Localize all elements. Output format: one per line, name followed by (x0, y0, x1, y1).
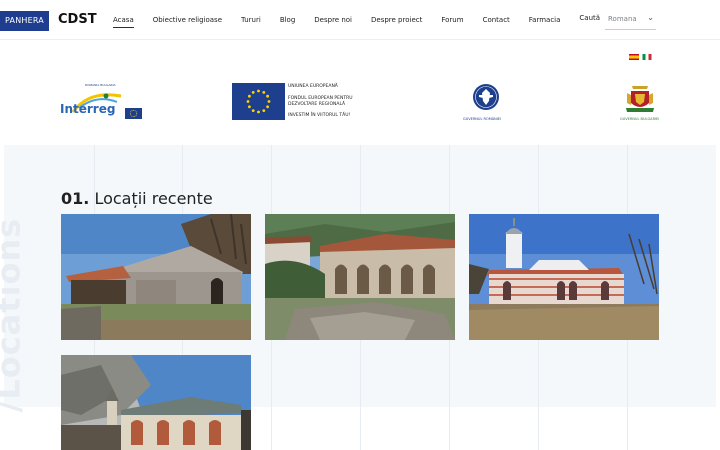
language-select-value: Romana (608, 15, 637, 23)
location-card-stone-church[interactable] (61, 214, 251, 340)
section-vertical-label: /Locations (0, 217, 28, 413)
location-card-white-church[interactable] (469, 214, 659, 340)
interreg-wordmark: Interreg (60, 102, 116, 116)
main-nav: Acasa Obiective religioase Tururi Blog D… (113, 13, 600, 28)
nav-item-despre-proiect[interactable]: Despre proiect (371, 15, 422, 25)
romanian-government-caption: GUVERNUL ROMÂNIEI (463, 117, 502, 121)
language-select[interactable]: Romana ⌄ (605, 10, 656, 30)
eu-fund-logo: UNIUNEA EUROPEANĂ FONDUL EUROPEAN PENTRU… (232, 83, 356, 121)
brand-name[interactable]: CDST (58, 11, 97, 29)
section-title-text: Locații recente (94, 189, 213, 208)
nav-item-contact[interactable]: Contact (483, 15, 510, 25)
cliff-monastery-photo (61, 355, 251, 450)
header: PANHERA CDST Acasa Obiective religioase … (0, 0, 720, 40)
nav-item-acasa[interactable]: Acasa (113, 15, 134, 28)
nav-item-despre-noi[interactable]: Despre noi (314, 15, 352, 25)
location-card-cliff-monastery[interactable] (61, 355, 251, 450)
eu-flag-icon (232, 83, 285, 120)
bulgarian-government-caption: GUVERNUL BULGARIEI (620, 117, 660, 121)
section-title: 01. Locații recente (61, 189, 213, 209)
stone-church-photo (61, 214, 251, 340)
chevron-down-icon: ⌄ (647, 13, 654, 22)
bulgarian-government-logo: GUVERNUL BULGARIEI (617, 83, 663, 123)
section-number: 01. (61, 189, 90, 208)
brand-logo-box[interactable]: PANHERA (0, 11, 49, 31)
white-church-photo (469, 214, 659, 340)
eu-text-line-3: DEZVOLTARE REGIONALĂ (288, 102, 346, 107)
nav-item-cauta[interactable]: Caută (579, 13, 600, 23)
language-flags (629, 54, 652, 60)
monastery-photo (265, 214, 455, 340)
romania-coat-of-arms-icon (473, 84, 499, 110)
nav-item-tururi[interactable]: Tururi (241, 15, 261, 25)
eu-text-line-4: INVESTIM ÎN VIITORUL TĂU! (288, 113, 351, 118)
interreg-small-text: ROMANIA BULGARIA (85, 83, 116, 87)
spain-flag-icon[interactable] (629, 54, 639, 60)
eu-text-line-1: UNIUNEA EUROPEANĂ (288, 84, 338, 89)
nav-item-forum[interactable]: Forum (441, 15, 463, 25)
bulgaria-coat-of-arms-icon (626, 86, 654, 112)
nav-item-obiective-religioase[interactable]: Obiective religioase (153, 15, 222, 25)
interreg-logo: ROMANIA BULGARIA Interreg (59, 82, 145, 122)
location-card-monastery[interactable] (265, 214, 455, 340)
nav-item-blog[interactable]: Blog (280, 15, 295, 25)
page: PANHERA CDST Acasa Obiective religioase … (0, 0, 720, 450)
romanian-government-logo: GUVERNUL ROMÂNIEI (460, 83, 512, 123)
italy-flag-icon[interactable] (642, 54, 652, 60)
nav-item-farmacia[interactable]: Farmacia (529, 15, 561, 25)
